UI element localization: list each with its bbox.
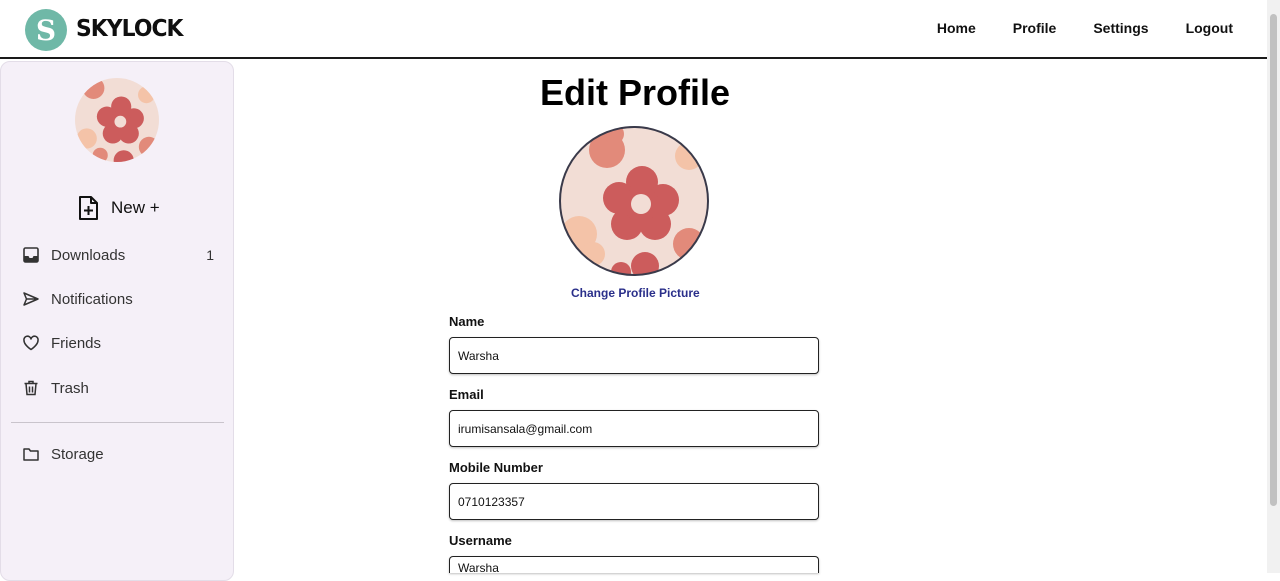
top-navbar: S SKYLOCK Home Profile Settings Logout [0,0,1267,59]
change-profile-picture-link[interactable]: Change Profile Picture [571,286,700,300]
sidebar-item-notifications[interactable]: Notifications [22,290,214,308]
send-icon [22,290,40,308]
sidebar-item-downloads[interactable]: Downloads 1 [22,246,214,264]
email-field[interactable] [449,410,819,447]
sidebar-divider [11,422,224,423]
nav-profile-link[interactable]: Profile [1013,20,1057,36]
mobile-number-field[interactable] [449,483,819,520]
sidebar-item-label: Trash [51,379,89,397]
nav-logout-link[interactable]: Logout [1186,20,1233,36]
page-title: Edit Profile [540,72,731,113]
mobile-number-label: Mobile Number [449,460,543,475]
inbox-icon [22,246,40,264]
main-nav: Home Profile Settings Logout [900,20,1233,36]
logo-icon[interactable]: S [25,9,67,51]
sidebar: New + Downloads 1 Notifications Friends … [0,61,234,581]
sidebar-avatar[interactable] [75,78,159,162]
brand-name[interactable]: SKYLOCK [76,16,183,42]
trash-icon [22,379,40,397]
page-scrollbar[interactable] [1267,0,1280,573]
nav-home-link[interactable]: Home [937,20,976,36]
username-field[interactable] [449,556,819,573]
sidebar-item-storage[interactable]: Storage [22,445,214,463]
name-label: Name [449,314,485,329]
sidebar-item-label: Friends [51,334,102,352]
sidebar-item-friends[interactable]: Friends [22,334,214,352]
sidebar-item-label: Notifications [51,290,133,308]
profile-picture[interactable] [559,126,709,276]
folder-icon [22,445,40,463]
new-button-label: New + [111,198,160,217]
new-button[interactable]: New + [77,195,160,221]
username-label: Username [449,533,512,548]
name-field[interactable] [449,337,819,374]
sidebar-item-label: Storage [51,445,104,463]
downloads-count: 1 [206,247,214,263]
sidebar-item-trash[interactable]: Trash [22,379,214,397]
scrollbar-thumb[interactable] [1270,14,1277,506]
email-label: Email [449,387,484,402]
heart-icon [22,334,40,352]
sidebar-item-label: Downloads [51,246,126,264]
file-plus-icon [79,196,98,220]
nav-settings-link[interactable]: Settings [1093,20,1148,36]
